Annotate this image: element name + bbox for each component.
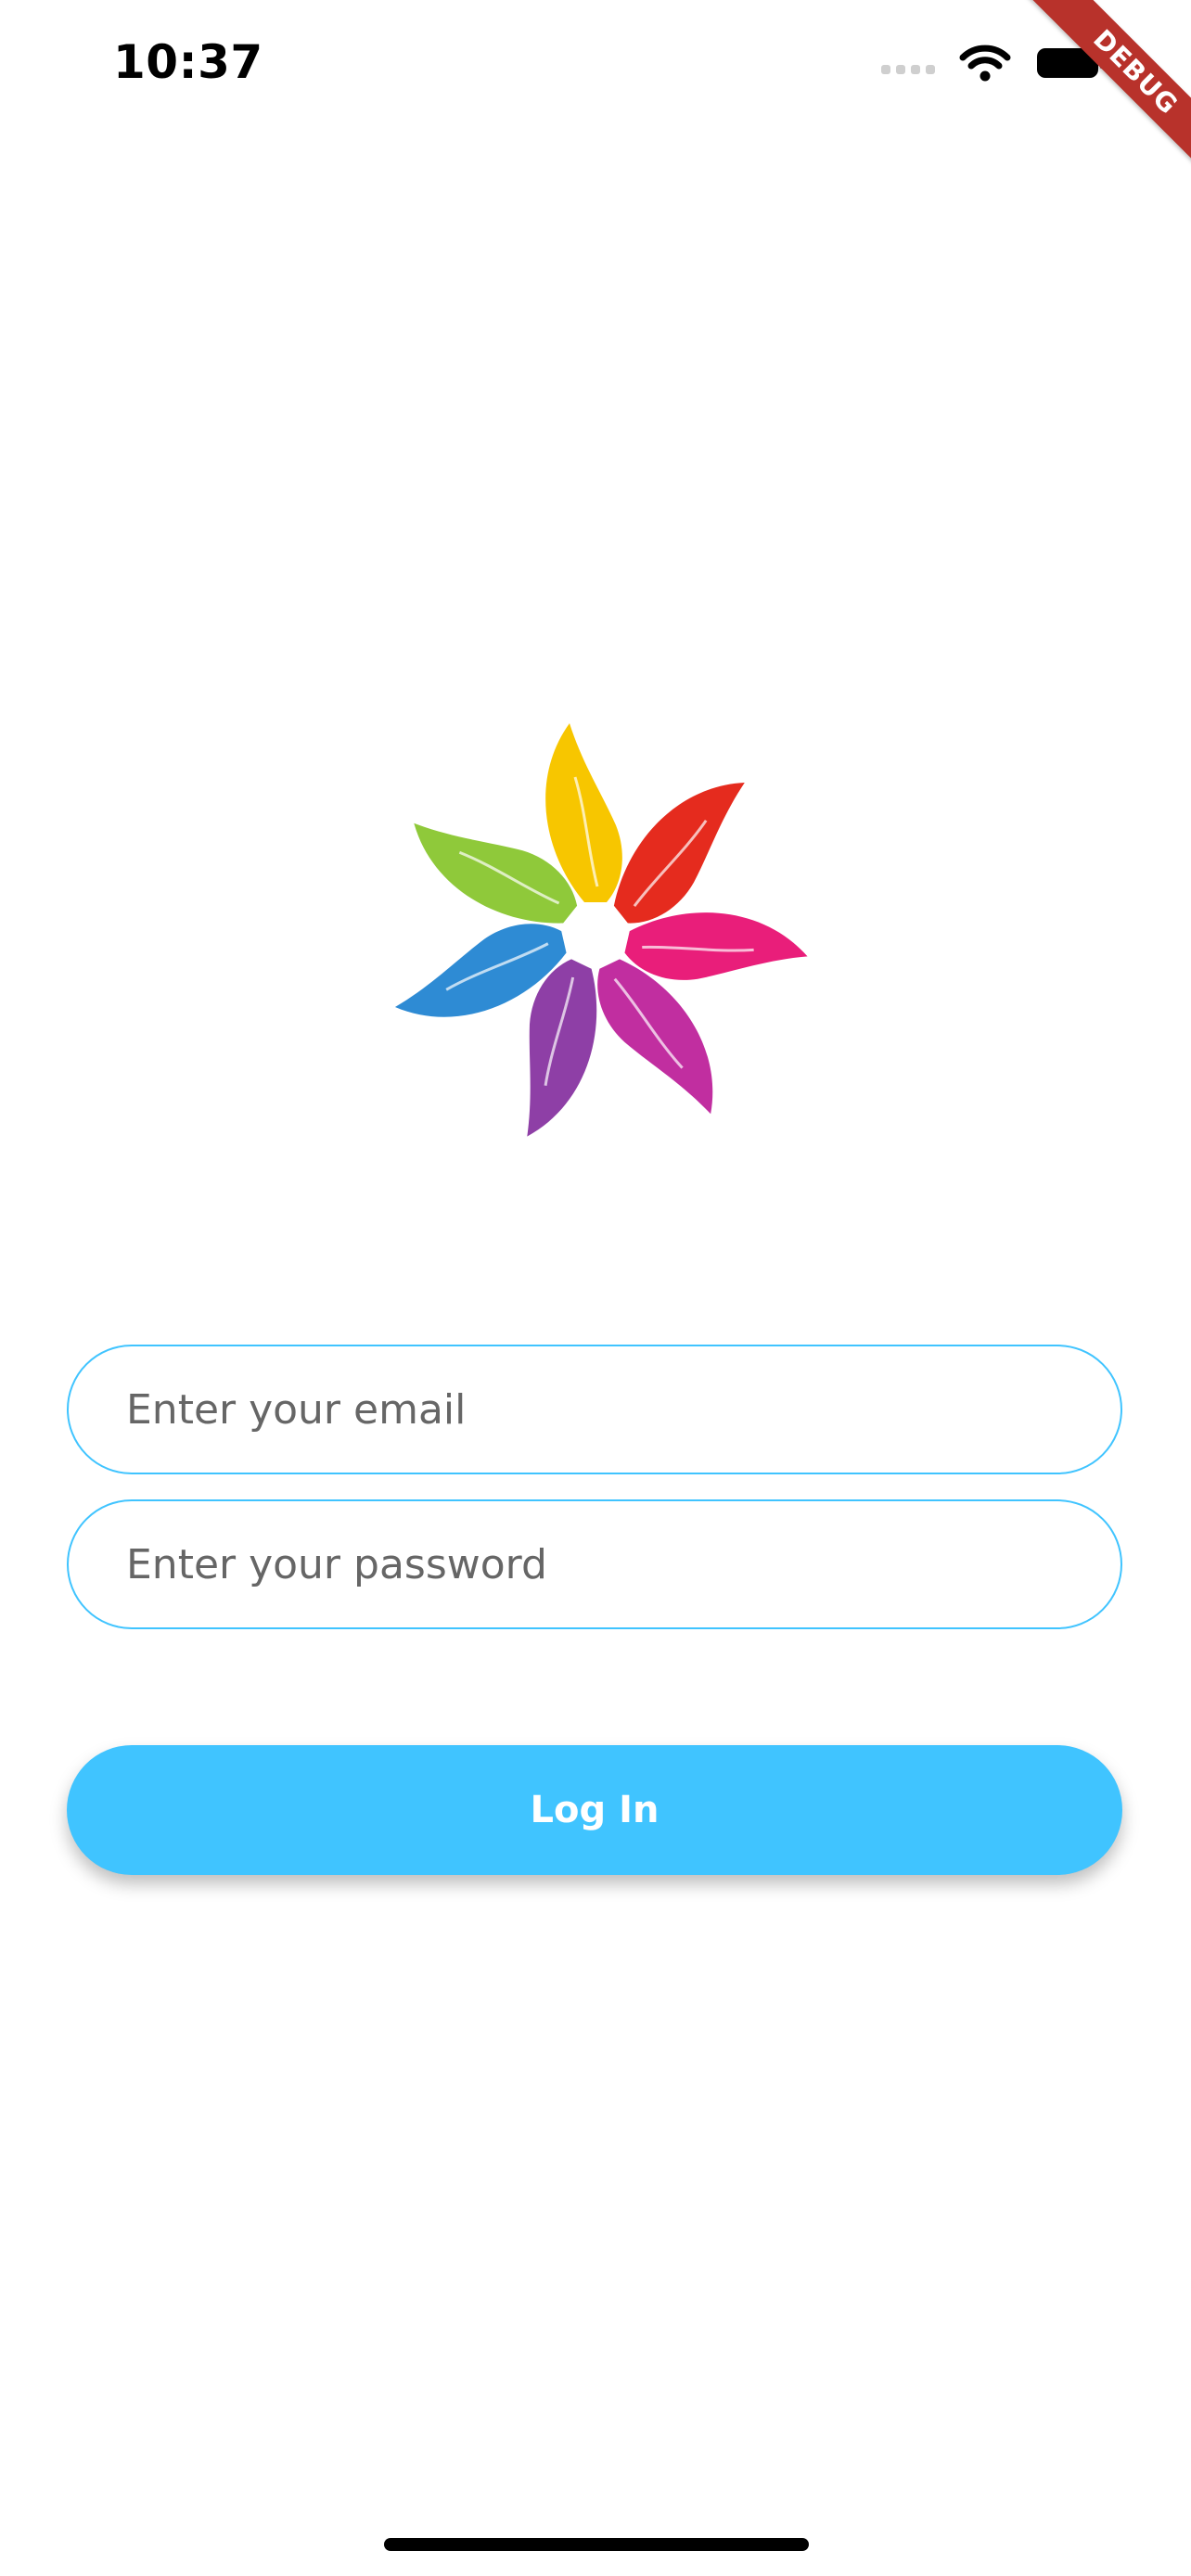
login-button[interactable]: Log In xyxy=(67,1745,1122,1875)
status-time: 10:37 xyxy=(113,35,263,89)
wifi-icon xyxy=(959,45,1011,82)
password-field[interactable] xyxy=(67,1499,1122,1629)
status-icons xyxy=(881,45,1108,82)
email-input[interactable] xyxy=(124,1384,1065,1435)
hands-circle-logo-icon xyxy=(394,723,808,1137)
home-indicator xyxy=(384,2538,809,2551)
status-bar: 10:37 xyxy=(0,0,1191,139)
app-logo xyxy=(354,694,837,1176)
battery-icon xyxy=(1037,48,1105,78)
signal-icon xyxy=(881,52,935,74)
password-input[interactable] xyxy=(124,1539,1065,1589)
email-field[interactable] xyxy=(67,1345,1122,1474)
